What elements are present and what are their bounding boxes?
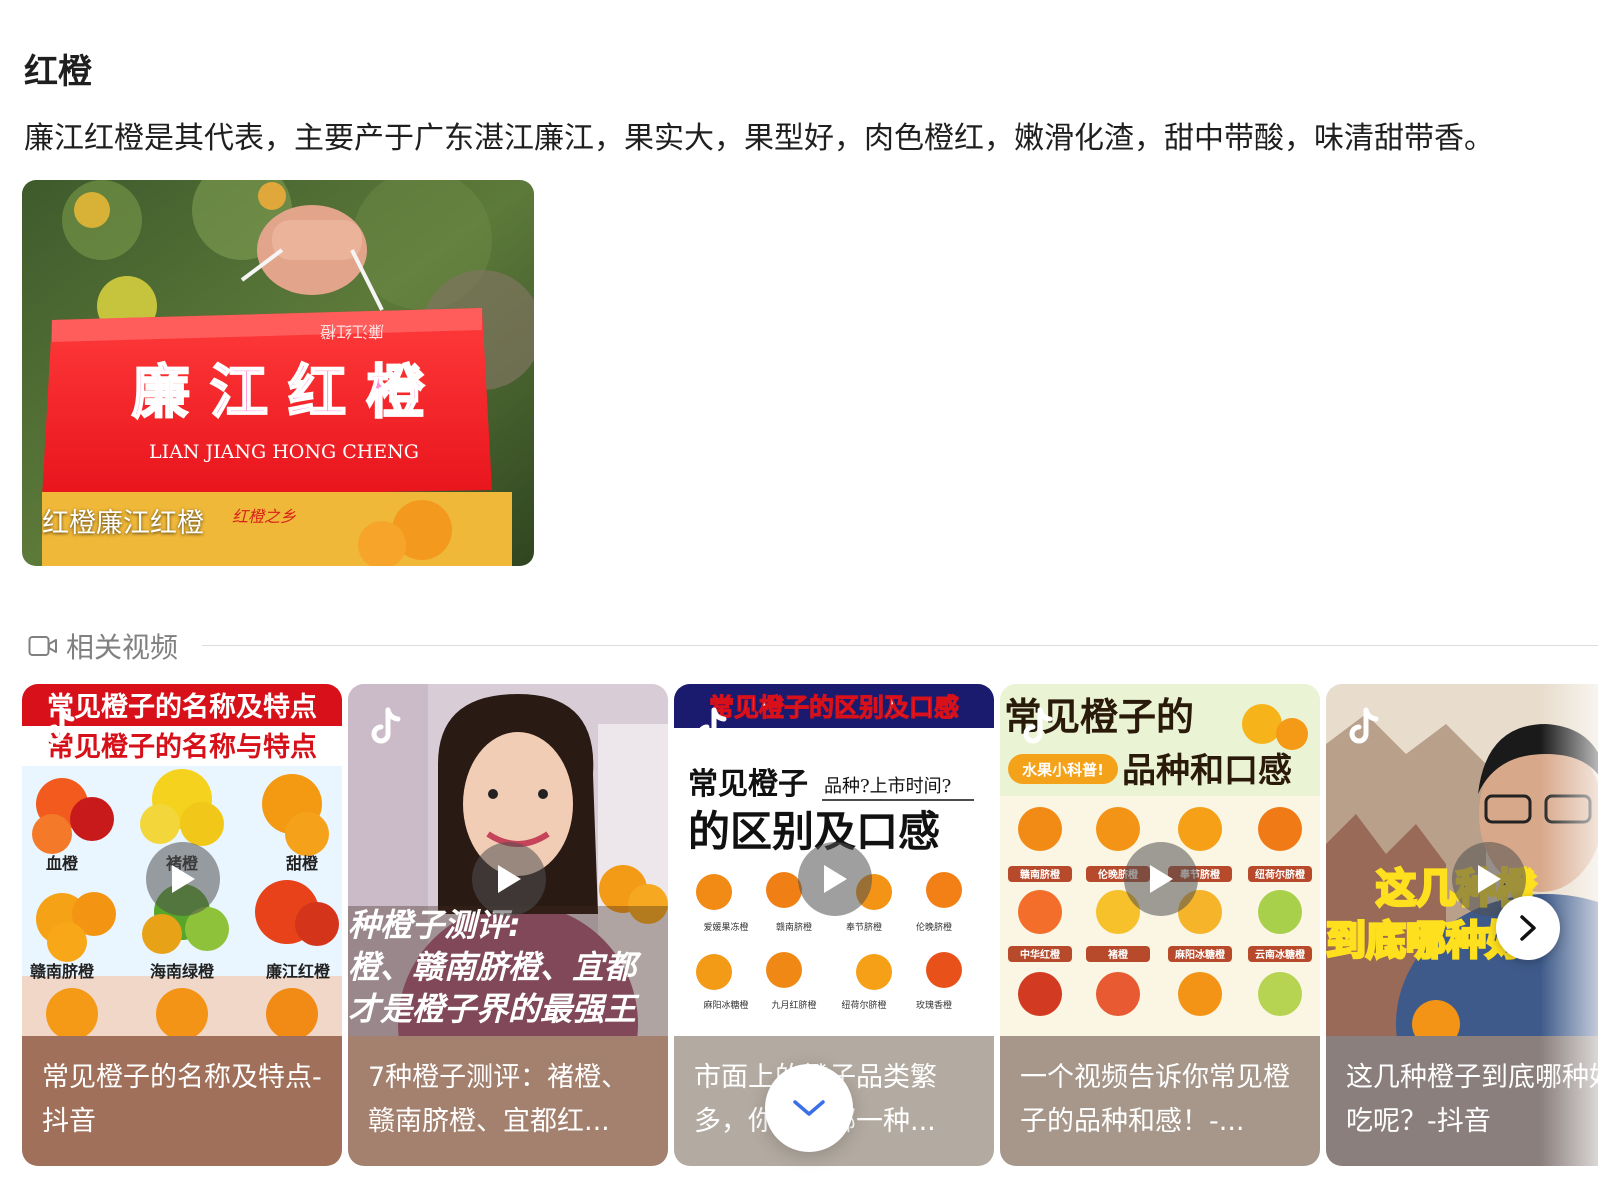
video-caption: 常见橙子的名称及特点-抖音 — [22, 1036, 342, 1166]
play-icon — [824, 865, 847, 893]
play-button[interactable] — [472, 842, 546, 916]
thumb-label: 云南冰糖橙 — [1255, 948, 1306, 961]
expand-more-button[interactable] — [765, 1064, 853, 1152]
thumb-subtitle-text: 常见橙子的名称与特点 — [47, 731, 317, 763]
related-videos-label: 相关视频 — [66, 631, 179, 664]
carousel-next-button[interactable] — [1496, 896, 1560, 960]
page: 红橙 廉江红橙是其代表，主要产于广东湛江廉江，果实大，果型好，肉色橙红，嫩滑化渣… — [0, 0, 1616, 1190]
video-caption: 这几种橙子到底哪种好吃呢？-抖音 — [1326, 1036, 1598, 1166]
thumb-label: 赣南脐橙 — [776, 921, 812, 933]
thumb-label: 伦晚脐橙 — [916, 921, 952, 933]
video-card[interactable]: 种橙子测评: 橙、赣南脐橙、宜都 才是橙子界的最强王 7种橙子测评：褚橙、赣南脐… — [348, 684, 668, 1166]
thumb-label: 纽荷尔脐橙 — [1255, 868, 1306, 881]
thumb-label: 九月红脐橙 — [771, 999, 816, 1011]
thumb-overlay-text: 才是橙子界的最强王 — [348, 990, 640, 1028]
thumb-title-text: 常见橙子的区别及口感 — [709, 693, 959, 722]
play-icon — [498, 865, 521, 893]
thumb-title-text: 常见橙子 — [688, 767, 808, 802]
video-caption: 一个视频告诉你常见橙子的品种和感！-... — [1000, 1036, 1320, 1166]
video-thumbnail: 常见橙子的名称及特点 常见橙子的名称与特点 血橙 褚橙 甜橙 赣南脐橙 海南绿橙… — [22, 684, 342, 1036]
description-text: 廉江红橙是其代表，主要产于广东湛江廉江，果实大，果型好，肉色橙红，嫩滑化渣，甜中… — [24, 121, 1494, 156]
thumb-label: 爱媛果冻橙 — [703, 921, 748, 933]
video-card[interactable]: 常见橙子的 水果小科普! 品种和口感 赣南脐橙 伦晚脐橙 奉节脐橙 纽荷尔脐橙 … — [1000, 684, 1320, 1166]
thumb-title-text: 品种和口感 — [1122, 751, 1292, 791]
tiktok-icon — [1349, 707, 1379, 744]
video-thumbnail: 这几种橙 到底哪种好 — [1326, 684, 1598, 1036]
related-videos-header: 相关视频 — [28, 626, 178, 666]
thumb-label: 玫瑰香橙 — [916, 999, 952, 1011]
thumb-tag-text: 品种?上市时间? — [824, 776, 951, 797]
video-camera-icon — [28, 636, 57, 656]
main-image-card[interactable]: 廉 江 红 橙 LIAN JIANG HONG CHENG 廉江红橙 红橙之乡 … — [22, 180, 534, 566]
thumb-label: 廉江红橙 — [266, 962, 331, 981]
thumb-label: 麻阳冰糖橙 — [1174, 948, 1226, 961]
section-divider — [202, 645, 1598, 646]
thumb-label: 甜橙 — [286, 854, 319, 873]
tiktok-icon — [371, 707, 401, 744]
thumb-label: 海南绿橙 — [150, 962, 215, 981]
thumb-label: 赣南脐橙 — [30, 962, 95, 981]
thumb-label: 纽荷尔脐橙 — [841, 999, 886, 1011]
play-button[interactable] — [146, 842, 220, 916]
play-icon — [172, 865, 195, 893]
thumb-label: 赣南脐橙 — [1020, 868, 1061, 881]
thumb-badge-text: 水果小科普! — [1022, 761, 1104, 779]
page-title: 红橙 — [24, 52, 92, 92]
video-caption: 7种橙子测评：褚橙、赣南脐橙、宜都红... — [348, 1036, 668, 1166]
tiktok-icon — [1023, 707, 1053, 744]
video-thumbnail: 常见橙子的区别及口感 常见橙子 品种?上市时间? 的区别及口感 爱媛果冻橙 赣南… — [674, 684, 994, 1036]
box-pinyin-text: LIAN JIANG HONG CHENG — [149, 441, 419, 463]
video-card[interactable]: 常见橙子的名称及特点 常见橙子的名称与特点 血橙 褚橙 甜橙 赣南脐橙 海南绿橙… — [22, 684, 342, 1166]
box-title-text: 廉 江 红 橙 — [132, 358, 426, 426]
video-thumbnail: 常见橙子的 水果小科普! 品种和口感 赣南脐橙 伦晚脐橙 奉节脐橙 纽荷尔脐橙 … — [1000, 684, 1320, 1036]
thumb-label: 麻阳冰糖橙 — [703, 999, 748, 1011]
main-image-caption: 红橙廉江红橙 — [42, 508, 204, 539]
thumb-overlay-text: 橙、赣南脐橙、宜都 — [348, 948, 642, 986]
chevron-right-icon — [1520, 915, 1536, 941]
thumb-label: 中华红橙 — [1020, 948, 1061, 961]
play-button[interactable] — [1124, 842, 1198, 916]
tiktok-icon — [45, 707, 75, 744]
play-button[interactable] — [798, 842, 872, 916]
tiktok-icon — [697, 707, 727, 744]
thumb-label: 奉节脐橙 — [846, 921, 882, 933]
thumb-label: 血橙 — [46, 854, 79, 873]
thumb-title-text: 常见橙子的名称及特点 — [47, 691, 317, 723]
play-icon — [1150, 865, 1173, 893]
box-top-text: 廉江红橙 — [320, 322, 384, 341]
play-icon — [1478, 865, 1501, 893]
box-bottom-text: 红橙之乡 — [232, 507, 296, 526]
thumb-label: 褚橙 — [1107, 948, 1129, 961]
video-thumbnail: 种橙子测评: 橙、赣南脐橙、宜都 才是橙子界的最强王 — [348, 684, 668, 1036]
chevron-down-icon — [793, 1100, 825, 1116]
